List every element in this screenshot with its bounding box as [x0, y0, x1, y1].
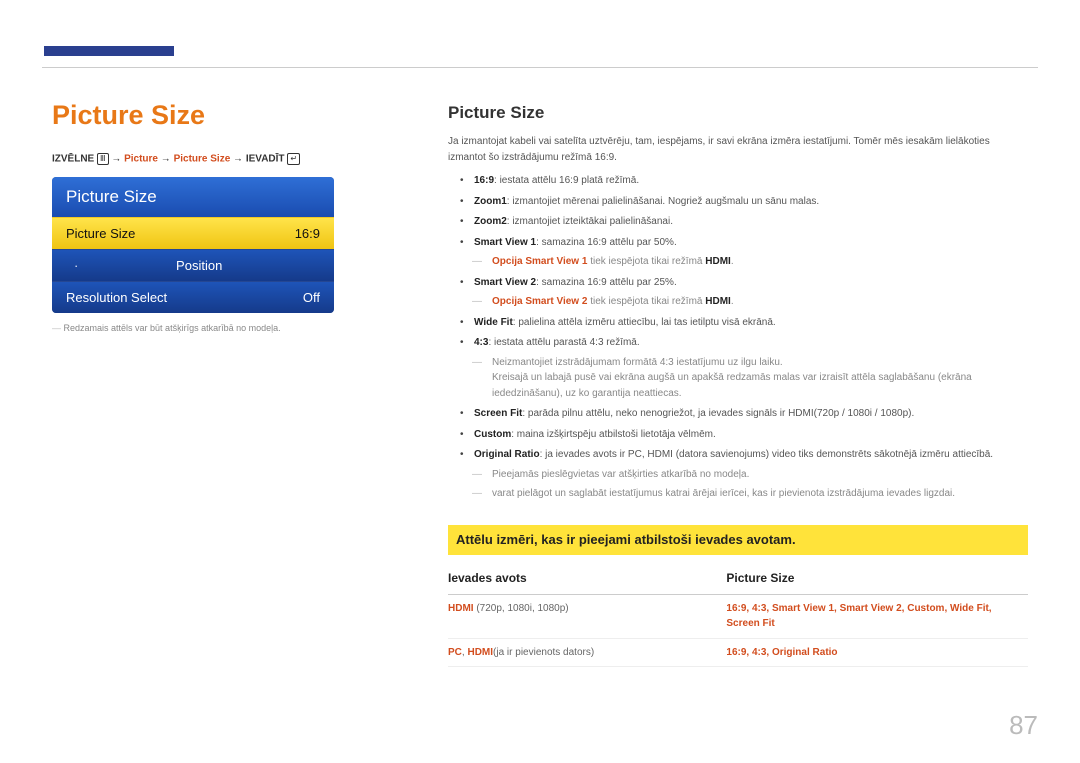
osd-row-resolution-select[interactable]: Resolution Select Off: [52, 281, 334, 313]
table-header-source: Ievades avots: [448, 565, 726, 594]
breadcrumb-arrow: →: [161, 154, 171, 165]
note: Opcija Smart View 1 tiek iespējota tikai…: [476, 254, 1028, 270]
osd-row-label: Position: [176, 258, 222, 273]
header-divider: [42, 67, 1038, 68]
note: Opcija Smart View 2 tiek iespējota tikai…: [476, 294, 1028, 310]
highlight-bar: Attēlu izmēri, kas ir pieejami atbilstoš…: [448, 525, 1028, 555]
page-number: 87: [1009, 710, 1038, 741]
osd-row-position[interactable]: Position: [52, 249, 334, 281]
osd-row-value: 16:9: [295, 226, 320, 241]
list-item: 4:3: iestata attēlu parastā 4:3 režīmā. …: [474, 335, 1028, 401]
note: Neizmantojiet izstrādājumam formātā 4:3 …: [476, 355, 1028, 402]
osd-panel: Picture Size Picture Size 16:9 Position Res…: [52, 177, 334, 313]
list-item: Smart View 2: samazina 16:9 attēlu par 2…: [474, 275, 1028, 310]
subsection-title: Picture Size: [448, 100, 1028, 126]
note: Pieejamās pieslēgvietas var atšķirties a…: [476, 467, 1028, 483]
breadcrumb-enter-label: IEVADĪT: [246, 154, 285, 165]
list-item: 16:9: iestata attēlu 16:9 platā režīmā.: [474, 173, 1028, 189]
note: varat pielāgot un saglabāt iestatījumus …: [476, 486, 1028, 502]
osd-header: Picture Size: [52, 177, 334, 217]
breadcrumb-menu-label: IZVĒLNE: [52, 154, 94, 165]
osd-footnote: Redzamais attēls var būt atšķirīgs atkar…: [52, 323, 342, 333]
breadcrumb-step1: Picture: [124, 154, 158, 165]
table-row: HDMI (720p, 1080i, 1080p) 16:9, 4:3, Sma…: [448, 594, 1028, 638]
osd-row-label: Picture Size: [66, 226, 135, 241]
breadcrumb-arrow: →: [111, 154, 121, 165]
breadcrumb-arrow: →: [233, 154, 243, 165]
table-header-size: Picture Size: [726, 565, 1028, 594]
list-item: Custom: maina izšķirtspēju atbilstoši li…: [474, 427, 1028, 443]
breadcrumb: IZVĒLNE Ⅲ → Picture → Picture Size → IEV…: [52, 153, 342, 165]
list-item: Original Ratio: ja ievades avots ir PC, …: [474, 447, 1028, 502]
osd-row-value: Off: [303, 290, 320, 305]
list-item: Zoom1: izmantojiet mērenai palielināšana…: [474, 194, 1028, 210]
list-item: Screen Fit: parāda pilnu attēlu, neko ne…: [474, 406, 1028, 422]
list-item: Zoom2: izmantojiet izteiktākai palielinā…: [474, 214, 1028, 230]
options-list: 16:9: iestata attēlu 16:9 platā režīmā. …: [448, 173, 1028, 502]
list-item: Smart View 1: samazina 16:9 attēlu par 5…: [474, 235, 1028, 270]
osd-row-picture-size[interactable]: Picture Size 16:9: [52, 217, 334, 249]
table-row: PC, HDMI(ja ir pievienots dators) 16:9, …: [448, 638, 1028, 667]
osd-row-label: Resolution Select: [66, 290, 167, 305]
header-accent: [44, 46, 174, 56]
menu-icon: Ⅲ: [97, 153, 109, 165]
source-size-table: Ievades avots Picture Size HDMI (720p, 1…: [448, 565, 1028, 667]
section-title-left: Picture Size: [52, 100, 342, 131]
breadcrumb-step2: Picture Size: [174, 154, 231, 165]
enter-icon: ↵: [287, 153, 300, 165]
intro-paragraph: Ja izmantojat kabeli vai satelīta uztvēr…: [448, 134, 1028, 165]
list-item: Wide Fit: palielina attēla izmēru attiec…: [474, 315, 1028, 331]
